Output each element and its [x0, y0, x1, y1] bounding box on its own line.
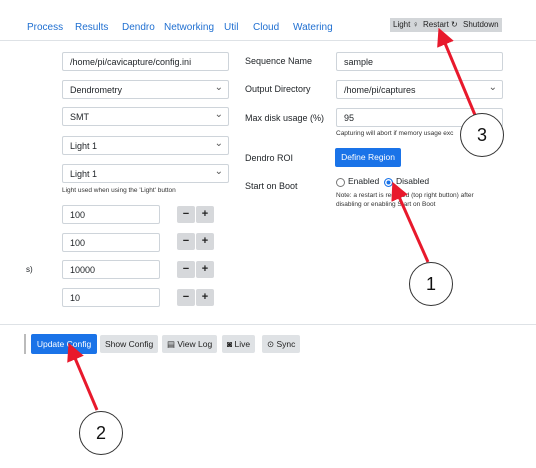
- shutdown-button[interactable]: Shutdown: [460, 18, 502, 32]
- live-button[interactable]: ◙ Live: [222, 335, 256, 353]
- stepper-input-2[interactable]: 100: [62, 233, 160, 252]
- bulb-icon: ♀: [412, 20, 419, 29]
- arrow-3: [437, 27, 477, 116]
- restart-button[interactable]: Restart ↻: [420, 18, 461, 32]
- nav-cloud[interactable]: Cloud: [253, 22, 279, 33]
- live-label: Live: [234, 339, 251, 349]
- restart-icon: ↻: [451, 20, 458, 29]
- nav-util[interactable]: Util: [224, 22, 238, 33]
- stepper-input-4-value: 10: [70, 293, 81, 303]
- decrement-button-1[interactable]: −: [177, 206, 195, 223]
- stepper-input-2-value: 100: [70, 238, 86, 248]
- decrement-button-4[interactable]: −: [177, 289, 195, 306]
- nav-divider: [0, 40, 536, 41]
- enabled-radio-label: Enabled: [348, 176, 380, 186]
- sequence-name-value: sample: [344, 57, 374, 67]
- footer-divider: [0, 324, 536, 325]
- sequence-name-field[interactable]: sample: [336, 52, 503, 71]
- show-config-label: Show Config: [105, 339, 154, 349]
- stepper-input-3-value: 10000: [70, 265, 96, 275]
- callout-2: 2: [79, 411, 123, 455]
- document-icon: ▤: [167, 339, 176, 349]
- increment-button-3[interactable]: +: [196, 261, 214, 278]
- enabled-radio[interactable]: [336, 178, 345, 187]
- config-path-value: /home/pi/cavicapture/config.ini: [70, 57, 192, 67]
- light-select-b[interactable]: Light 1: [62, 164, 229, 183]
- decrement-button-3[interactable]: −: [177, 261, 195, 278]
- disk-usage-label: Max disk usage (%): [245, 113, 325, 123]
- sequence-name-label: Sequence Name: [245, 56, 313, 66]
- sync-icon: ⊙: [267, 339, 275, 349]
- disk-usage-help: Capturing will abort if memory usage exc: [336, 130, 454, 137]
- output-directory-label: Output Directory: [245, 84, 311, 94]
- light-button-label: Light: [393, 20, 411, 29]
- output-directory-value: /home/pi/captures: [344, 85, 416, 95]
- nav-dendro[interactable]: Dendro: [122, 22, 155, 33]
- disabled-radio-label: Disabled: [396, 176, 430, 186]
- camera-icon: ◙: [227, 339, 233, 349]
- bottom-edge-bar: [24, 334, 26, 354]
- stepper-input-1[interactable]: 100: [62, 205, 160, 224]
- sync-button[interactable]: ⊙ Sync: [262, 335, 301, 353]
- arrow-2: [67, 342, 99, 411]
- mode-select[interactable]: Dendrometry: [62, 80, 229, 99]
- update-config-button[interactable]: Update Config: [31, 334, 97, 354]
- stepper-input-1-value: 100: [70, 210, 86, 220]
- increment-button-2[interactable]: +: [196, 233, 214, 250]
- light-select-b-value: Light 1: [70, 169, 98, 179]
- define-region-button[interactable]: Define Region: [335, 148, 401, 167]
- callout-1: 1: [409, 262, 453, 306]
- dendro-roi-label: Dendro ROI: [245, 153, 294, 163]
- stepper-label-3: s): [26, 265, 33, 274]
- view-log-button[interactable]: ▤ View Log: [162, 335, 218, 353]
- disk-usage-value: 95: [344, 113, 355, 123]
- increment-button-4[interactable]: +: [196, 289, 214, 306]
- smt-select[interactable]: SMT: [62, 107, 229, 126]
- disabled-radio[interactable]: [384, 178, 393, 187]
- update-config-label: Update Config: [36, 339, 92, 349]
- show-config-button[interactable]: Show Config: [100, 335, 159, 353]
- define-region-label: Define Region: [341, 152, 395, 162]
- sync-label: Sync: [276, 339, 296, 349]
- smt-select-value: SMT: [70, 112, 89, 122]
- nav-results[interactable]: Results: [75, 22, 108, 33]
- light-select-a-value: Light 1: [70, 141, 98, 151]
- decrement-button-2[interactable]: −: [177, 233, 195, 250]
- nav-networking[interactable]: Networking: [164, 22, 214, 33]
- light-help-text: Light used when using the 'Light' button: [62, 187, 176, 194]
- stepper-input-4[interactable]: 10: [62, 288, 160, 307]
- config-path-field[interactable]: /home/pi/cavicapture/config.ini: [62, 52, 229, 71]
- nav-process[interactable]: Process: [27, 22, 63, 33]
- boot-note-line1: Note: a restart is required (top right b…: [336, 192, 474, 199]
- light-button[interactable]: Light ♀: [390, 18, 422, 32]
- start-on-boot-label: Start on Boot: [245, 181, 298, 191]
- stepper-input-3[interactable]: 10000: [62, 260, 160, 279]
- nav-watering[interactable]: Watering: [293, 22, 333, 33]
- increment-button-1[interactable]: +: [196, 206, 214, 223]
- callout-3: 3: [460, 113, 504, 157]
- shutdown-button-label: Shutdown: [463, 20, 499, 29]
- output-directory-select[interactable]: /home/pi/captures: [336, 80, 503, 99]
- mode-select-value: Dendrometry: [70, 85, 123, 95]
- boot-note-line2: disabling or enabling Start on Boot: [336, 201, 436, 208]
- view-log-label: View Log: [177, 339, 213, 349]
- light-select-a[interactable]: Light 1: [62, 136, 229, 155]
- restart-button-label: Restart: [423, 20, 449, 29]
